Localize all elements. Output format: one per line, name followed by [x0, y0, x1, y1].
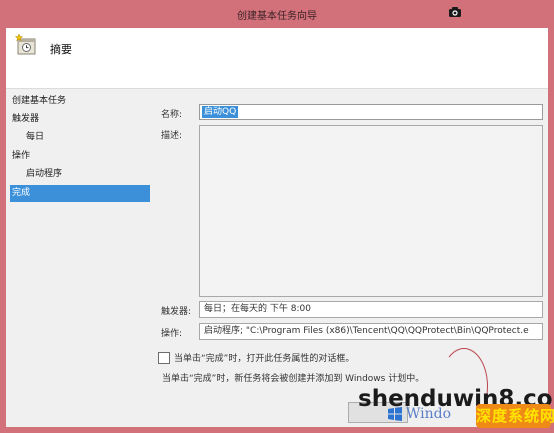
- watermark-badge: 深度系统网: [476, 404, 554, 428]
- wizard-window: 创建基本任务向导 摘要 创建基本任务 触发器 每日 操作 启动程序 完成 名称:…: [0, 0, 554, 433]
- nav-item-daily[interactable]: 每日: [10, 129, 150, 146]
- page-title: 摘要: [50, 43, 72, 56]
- action-summary-field: 启动程序; "C:\Program Files (x86)\Tencent\QQ…: [199, 323, 543, 340]
- wizard-step-list: 创建基本任务 触发器 每日 操作 启动程序 完成: [6, 89, 154, 427]
- name-value: 启动QQ: [202, 106, 239, 118]
- nav-item-finish[interactable]: 完成: [10, 185, 150, 202]
- close-icon: [449, 7, 461, 17]
- nav-item-action[interactable]: 操作: [10, 148, 150, 165]
- nav-item-create-basic-task[interactable]: 创建基本任务: [10, 93, 150, 110]
- open-properties-checkbox[interactable]: [158, 352, 170, 364]
- wizard-header: 摘要: [6, 28, 548, 89]
- task-scheduler-icon: [14, 33, 36, 55]
- trigger-label: 触发器:: [161, 307, 192, 317]
- title-bar: 创建基本任务向导: [0, 0, 554, 28]
- finish-info-text: 当单击“完成”时，新任务将会被创建并添加到 Windows 计划中。: [162, 374, 425, 384]
- name-label: 名称:: [161, 110, 183, 120]
- action-label: 操作:: [161, 329, 183, 339]
- nav-item-trigger[interactable]: 触发器: [10, 111, 150, 128]
- nav-item-start-program[interactable]: 启动程序: [10, 166, 150, 183]
- open-properties-label[interactable]: 当单击“完成”时，打开此任务属性的对话框。: [174, 351, 354, 364]
- close-button[interactable]: [444, 3, 466, 21]
- name-field[interactable]: 启动QQ: [199, 104, 543, 120]
- window-title: 创建基本任务向导: [237, 11, 317, 22]
- trigger-summary-field: 每日；在每天的 下午 8:00: [199, 301, 543, 318]
- description-label: 描述:: [161, 131, 183, 141]
- description-field[interactable]: [199, 125, 543, 297]
